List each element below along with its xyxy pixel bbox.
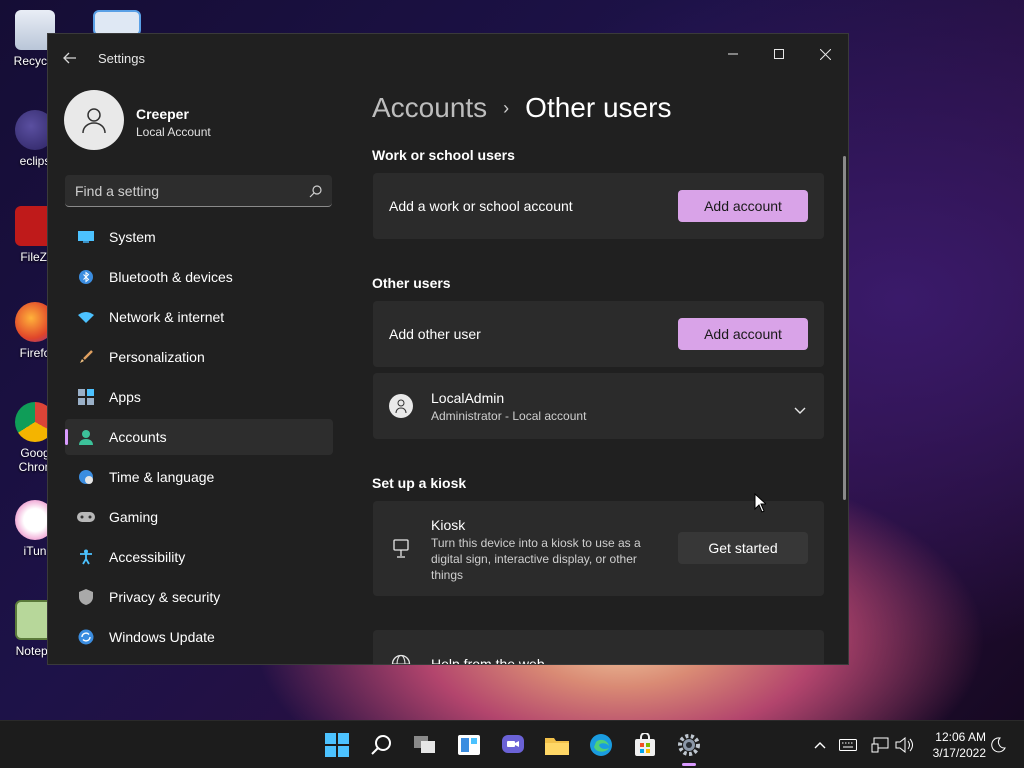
help-title: Help from the web <box>431 656 545 665</box>
sidebar-item-apps[interactable]: Apps <box>65 379 333 415</box>
sidebar-item-label: Privacy & security <box>109 589 221 605</box>
scrollbar[interactable] <box>843 156 846 500</box>
task-view-icon[interactable] <box>411 731 439 759</box>
help-card[interactable]: Help from the web <box>373 630 824 665</box>
sidebar-item-label: System <box>109 229 156 245</box>
profile-name: Creeper <box>136 106 189 122</box>
sidebar-item-personalization[interactable]: Personalization <box>65 339 333 375</box>
page-title: Other users <box>525 92 672 123</box>
title-bar[interactable]: Settings <box>48 34 848 82</box>
user-row-localadmin[interactable]: LocalAdmin Administrator - Local account <box>373 373 824 439</box>
volume-icon[interactable] <box>894 735 914 755</box>
file-explorer-icon[interactable] <box>543 731 571 759</box>
user-detail: Administrator - Local account <box>431 409 587 423</box>
sidebar-item-privacy[interactable]: Privacy & security <box>65 579 333 615</box>
globe-clock-icon <box>77 468 95 486</box>
globe-icon <box>391 654 411 664</box>
sidebar-item-label: Accessibility <box>109 549 186 565</box>
widgets-icon[interactable] <box>455 731 483 759</box>
chevron-down-icon[interactable] <box>794 400 806 419</box>
accessibility-icon <box>77 548 95 566</box>
bluetooth-icon <box>77 268 95 286</box>
kiosk-get-started-button[interactable]: Get started <box>678 532 808 564</box>
add-work-account-button[interactable]: Add account <box>678 190 808 222</box>
edge-icon[interactable] <box>587 731 615 759</box>
active-app-indicator <box>682 763 696 766</box>
shield-icon <box>77 588 95 606</box>
minimize-button[interactable] <box>710 40 756 68</box>
system-clock[interactable]: 12:06 AM 3/17/2022 <box>922 729 986 761</box>
brush-icon <box>77 348 95 366</box>
sidebar-item-windows-update[interactable]: Windows Update <box>65 619 333 655</box>
settings-window: Settings Creeper Local Account System <box>47 33 849 665</box>
sidebar-item-bluetooth[interactable]: Bluetooth & devices <box>65 259 333 295</box>
breadcrumb: Accounts › Other users <box>372 92 671 124</box>
sidebar-item-label: Network & internet <box>109 309 225 325</box>
breadcrumb-parent[interactable]: Accounts <box>372 92 487 124</box>
sidebar-item-label: Accounts <box>109 429 167 445</box>
sidebar-item-label: Windows Update <box>109 629 215 645</box>
person-icon <box>82 108 106 134</box>
kiosk-description: Turn this device into a kiosk to use as … <box>431 535 661 583</box>
user-profile[interactable]: Creeper Local Account <box>64 90 334 154</box>
clock-time: 12:06 AM <box>935 730 986 744</box>
chevron-up-icon[interactable] <box>794 660 806 664</box>
back-arrow-icon[interactable] <box>62 50 82 68</box>
chevron-right-icon: › <box>503 97 510 118</box>
mouse-cursor <box>754 492 768 517</box>
window-title: Settings <box>98 51 145 66</box>
keyboard-icon[interactable] <box>838 735 858 755</box>
focus-assist-moon-icon[interactable] <box>988 735 1008 755</box>
search-icon[interactable] <box>367 731 395 759</box>
start-icon[interactable] <box>323 731 351 759</box>
apps-icon <box>77 388 95 406</box>
wifi-icon <box>77 308 95 326</box>
section-heading-other-users: Other users <box>372 275 451 291</box>
gamepad-icon <box>77 508 95 526</box>
avatar <box>64 90 124 150</box>
sidebar-item-gaming[interactable]: Gaming <box>65 499 333 535</box>
kiosk-description-line: Turn this device into a kiosk to use as … <box>431 536 641 550</box>
work-school-card: Add a work or school account Add account <box>373 173 824 239</box>
person-icon <box>77 428 95 446</box>
user-name: LocalAdmin <box>431 390 505 406</box>
add-other-user-label: Add other user <box>389 326 481 342</box>
sidebar-item-label: Apps <box>109 389 141 405</box>
monitor-icon <box>77 228 95 246</box>
sidebar-item-accounts[interactable]: Accounts <box>65 419 333 455</box>
sidebar-item-label: Personalization <box>109 349 205 365</box>
store-icon[interactable] <box>631 731 659 759</box>
network-icon[interactable] <box>870 735 890 755</box>
kiosk-title: Kiosk <box>431 517 466 533</box>
profile-account-type: Local Account <box>136 125 211 139</box>
search-icon[interactable] <box>309 183 322 202</box>
settings-search-box[interactable] <box>65 175 332 207</box>
section-heading-kiosk: Set up a kiosk <box>372 475 467 491</box>
sidebar-item-label: Gaming <box>109 509 159 525</box>
chevron-up-icon[interactable] <box>810 735 830 755</box>
settings-icon[interactable] <box>675 731 703 759</box>
add-other-user-card: Add other user Add account <box>373 301 824 367</box>
update-icon <box>77 628 95 646</box>
kiosk-icon <box>393 539 409 563</box>
sidebar-item-accessibility[interactable]: Accessibility <box>65 539 333 575</box>
close-button[interactable] <box>802 40 848 68</box>
search-input[interactable] <box>75 181 295 201</box>
chat-icon[interactable] <box>499 731 527 759</box>
maximize-button[interactable] <box>756 40 802 68</box>
taskbar: 12:06 AM 3/17/2022 <box>0 720 1024 768</box>
add-work-account-label: Add a work or school account <box>389 198 573 214</box>
sidebar-nav: System Bluetooth & devices Network & int… <box>65 219 333 659</box>
section-heading-work-school: Work or school users <box>372 147 515 163</box>
kiosk-description-line: things <box>431 568 464 582</box>
sidebar-item-system[interactable]: System <box>65 219 333 255</box>
sidebar-item-time-language[interactable]: Time & language <box>65 459 333 495</box>
clock-date: 3/17/2022 <box>932 746 986 760</box>
sidebar-item-label: Bluetooth & devices <box>109 269 233 285</box>
user-avatar-icon <box>389 394 413 418</box>
sidebar-item-label: Time & language <box>109 469 215 485</box>
kiosk-description-line: digital sign, interactive display, or ot… <box>431 552 637 566</box>
add-other-user-button[interactable]: Add account <box>678 318 808 350</box>
sidebar-item-network[interactable]: Network & internet <box>65 299 333 335</box>
